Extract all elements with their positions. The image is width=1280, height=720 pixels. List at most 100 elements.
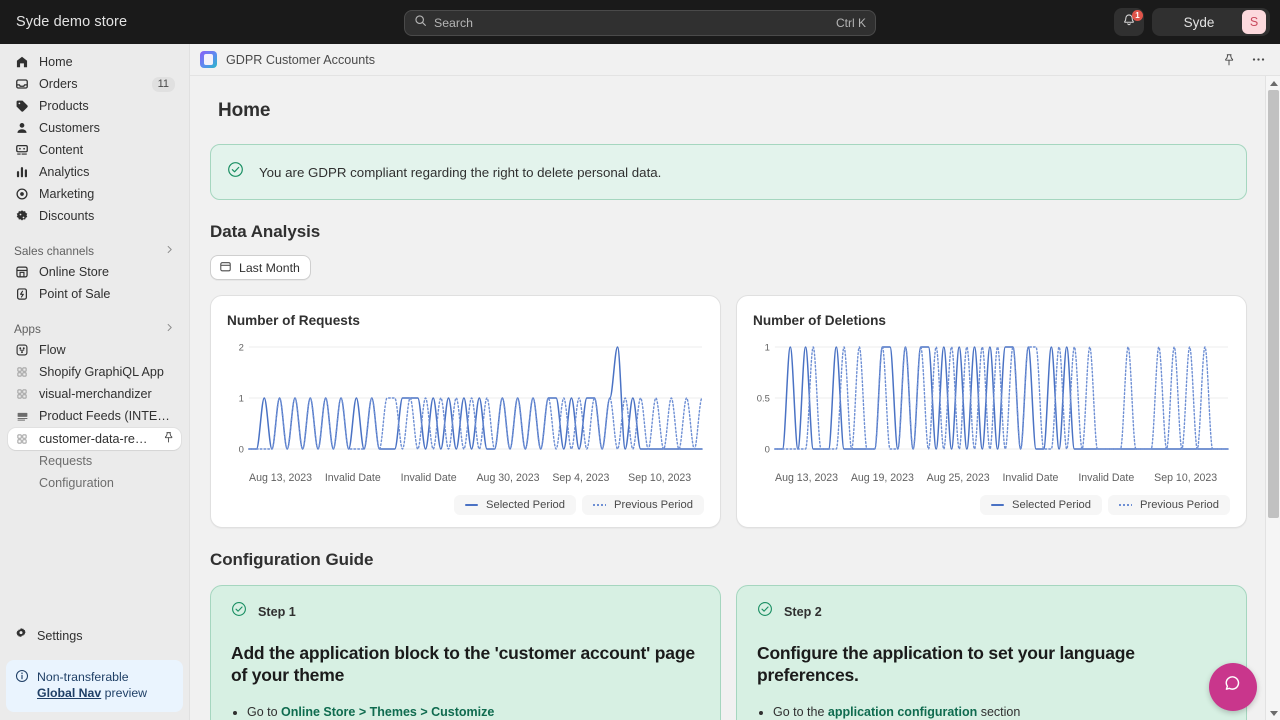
legend-label: Previous Period bbox=[614, 499, 693, 511]
bullet-strong: application configuration bbox=[827, 705, 978, 720]
x-tick-label: Aug 19, 2023 bbox=[850, 472, 914, 484]
legend-item-previous-period[interactable]: Previous Period bbox=[1108, 495, 1230, 515]
orders-count-badge: 11 bbox=[151, 76, 175, 92]
legend-item-selected-period[interactable]: Selected Period bbox=[980, 495, 1103, 515]
page-title: Home bbox=[218, 100, 271, 121]
chat-bubble-icon bbox=[1222, 673, 1245, 701]
chevron-right-icon bbox=[164, 322, 175, 336]
sidebar-item-customers[interactable]: Customers bbox=[8, 117, 181, 139]
sidebar-item-online-store[interactable]: Online Store bbox=[8, 261, 181, 283]
sidebar-item-orders[interactable]: Orders 11 bbox=[8, 73, 181, 95]
page-inner: You are GDPR compliant regarding the rig… bbox=[190, 144, 1280, 720]
sidebar-item-label: Point of Sale bbox=[39, 287, 111, 301]
sidebar-subitem-configuration[interactable]: Configuration bbox=[8, 472, 181, 494]
sidebar-item-label: Flow bbox=[39, 343, 66, 357]
x-tick-label: Aug 13, 2023 bbox=[249, 472, 313, 484]
sidebar-item-analytics[interactable]: Analytics bbox=[8, 161, 181, 183]
scroll-down-arrow-icon[interactable] bbox=[1266, 706, 1280, 720]
sidebar-subitem-label: Requests bbox=[39, 454, 93, 468]
chart-card-deletions: Number of Deletions 0 0.5 1 Aug 13, 2023 A… bbox=[736, 295, 1247, 528]
x-tick-label: Invalid Date bbox=[400, 472, 457, 484]
sidebar-item-visual-merchandizer[interactable]: visual-merchandizer bbox=[8, 383, 181, 405]
pin-icon[interactable] bbox=[162, 431, 175, 447]
bullet-pre: Go to bbox=[247, 705, 282, 720]
step-bullet-list: Go to Online Store > Themes > Customize … bbox=[247, 703, 700, 720]
notification-count-badge: 1 bbox=[1132, 10, 1143, 21]
top-bar: Syde demo store Ctrl K 1 Syde S bbox=[0, 0, 1280, 44]
sidebar-item-label: Product Feeds (INTEGRAT... bbox=[39, 409, 175, 423]
content-icon bbox=[14, 142, 30, 158]
sidebar-item-shopify-graphiql-app[interactable]: Shopify GraphiQL App bbox=[8, 361, 181, 383]
chart-title: Number of Requests bbox=[227, 313, 360, 328]
sidebar-subitem-requests[interactable]: Requests bbox=[8, 450, 181, 472]
sidebar-item-content[interactable]: Content bbox=[8, 139, 181, 161]
legend-swatch-solid-icon bbox=[991, 504, 1005, 506]
ellipsis-icon[interactable] bbox=[1248, 50, 1268, 70]
help-button[interactable] bbox=[1209, 663, 1257, 711]
x-tick-label: Sep 4, 2023 bbox=[552, 472, 610, 484]
person-icon bbox=[14, 120, 30, 136]
notice-line-2-suffix: preview bbox=[101, 686, 148, 701]
sidebar-item-discounts[interactable]: Discounts bbox=[8, 205, 181, 227]
legend-swatch-dotted-icon bbox=[593, 504, 607, 506]
sidebar-item-customer-data-redact[interactable]: customer-data-redact... bbox=[8, 428, 181, 450]
chevron-right-icon bbox=[164, 244, 175, 258]
page-content: Home You are GDPR compliant regarding th… bbox=[190, 76, 1280, 720]
legend-item-selected-period[interactable]: Selected Period bbox=[454, 495, 577, 515]
storefront-icon bbox=[14, 264, 30, 280]
sidebar-group-apps[interactable]: Apps bbox=[8, 319, 181, 339]
deletions-line-chart: 00.51 bbox=[757, 342, 1230, 456]
bullet-pre: Go to the bbox=[773, 705, 828, 720]
app-shell: Home Orders 11 Products Customers Conten… bbox=[0, 44, 1280, 720]
requests-line-chart: 0 1 2 bbox=[239, 342, 704, 456]
pin-icon[interactable] bbox=[1219, 50, 1239, 70]
global-nav-link[interactable]: Global Nav bbox=[37, 686, 101, 700]
account-name: Syde bbox=[1183, 14, 1215, 30]
step-bullet: Go to the application configuration sect… bbox=[773, 703, 1226, 720]
sidebar-item-point-of-sale[interactable]: Point of Sale bbox=[8, 283, 181, 305]
sidebar-item-settings[interactable]: Settings bbox=[8, 624, 181, 648]
non-transferable-text: Non-transferable Global Nav preview bbox=[37, 669, 147, 702]
scroll-up-arrow-icon[interactable] bbox=[1266, 76, 1280, 90]
sidebar-group-label: Sales channels bbox=[14, 244, 95, 258]
date-range-label: Last Month bbox=[239, 260, 300, 275]
chart-title: Number of Deletions bbox=[753, 313, 886, 328]
legend-item-previous-period[interactable]: Previous Period bbox=[582, 495, 704, 515]
chart-legend: Selected Period Previous Period bbox=[227, 495, 704, 515]
info-icon bbox=[15, 669, 29, 688]
date-range-filter-button[interactable]: Last Month bbox=[210, 255, 311, 280]
notifications-button[interactable]: 1 bbox=[1114, 8, 1144, 36]
chart-legend: Selected Period Previous Period bbox=[753, 495, 1230, 515]
sidebar-item-home[interactable]: Home bbox=[8, 51, 181, 73]
vertical-scrollbar[interactable] bbox=[1265, 76, 1280, 720]
sidebar-item-marketing[interactable]: Marketing bbox=[8, 183, 181, 205]
legend-label: Selected Period bbox=[486, 499, 566, 511]
x-tick-label: Sep 10, 2023 bbox=[628, 472, 692, 484]
app-icon bbox=[14, 386, 30, 402]
search-shortcut-hint: Ctrl K bbox=[836, 16, 866, 30]
x-tick-label: Aug 30, 2023 bbox=[476, 472, 540, 484]
legend-swatch-dotted-icon bbox=[1119, 504, 1133, 506]
check-circle-icon bbox=[757, 601, 773, 622]
sidebar-item-product-feeds[interactable]: Product Feeds (INTEGRAT... bbox=[8, 405, 181, 427]
target-icon bbox=[14, 186, 30, 202]
chart-x-axis-labels: Aug 13, 2023 Invalid Date Invalid Date A… bbox=[227, 472, 704, 484]
app-icon bbox=[14, 431, 30, 447]
sidebar-item-label: Content bbox=[39, 143, 84, 157]
svg-text:1: 1 bbox=[765, 342, 770, 353]
sidebar-item-label: Settings bbox=[37, 628, 83, 643]
gdpr-app-icon bbox=[200, 51, 217, 68]
sidebar-group-sales-channels[interactable]: Sales channels bbox=[8, 241, 181, 261]
steps-row: Step 1 Add the application block to the … bbox=[210, 585, 1247, 720]
sidebar-item-products[interactable]: Products bbox=[8, 95, 181, 117]
global-search-bar[interactable]: Ctrl K bbox=[404, 10, 876, 36]
sidebar-item-flow[interactable]: Flow bbox=[8, 339, 181, 361]
step-label: Step 2 bbox=[784, 604, 822, 619]
scrollbar-thumb[interactable] bbox=[1268, 90, 1279, 518]
account-menu-button[interactable]: Syde S bbox=[1152, 8, 1270, 36]
search-input[interactable] bbox=[434, 16, 829, 30]
discount-icon bbox=[14, 208, 30, 224]
legend-label: Selected Period bbox=[1012, 499, 1092, 511]
bullet-strong: Online Store > Themes > Customize bbox=[281, 705, 495, 720]
step-title: Configure the application to set your la… bbox=[757, 643, 1135, 686]
